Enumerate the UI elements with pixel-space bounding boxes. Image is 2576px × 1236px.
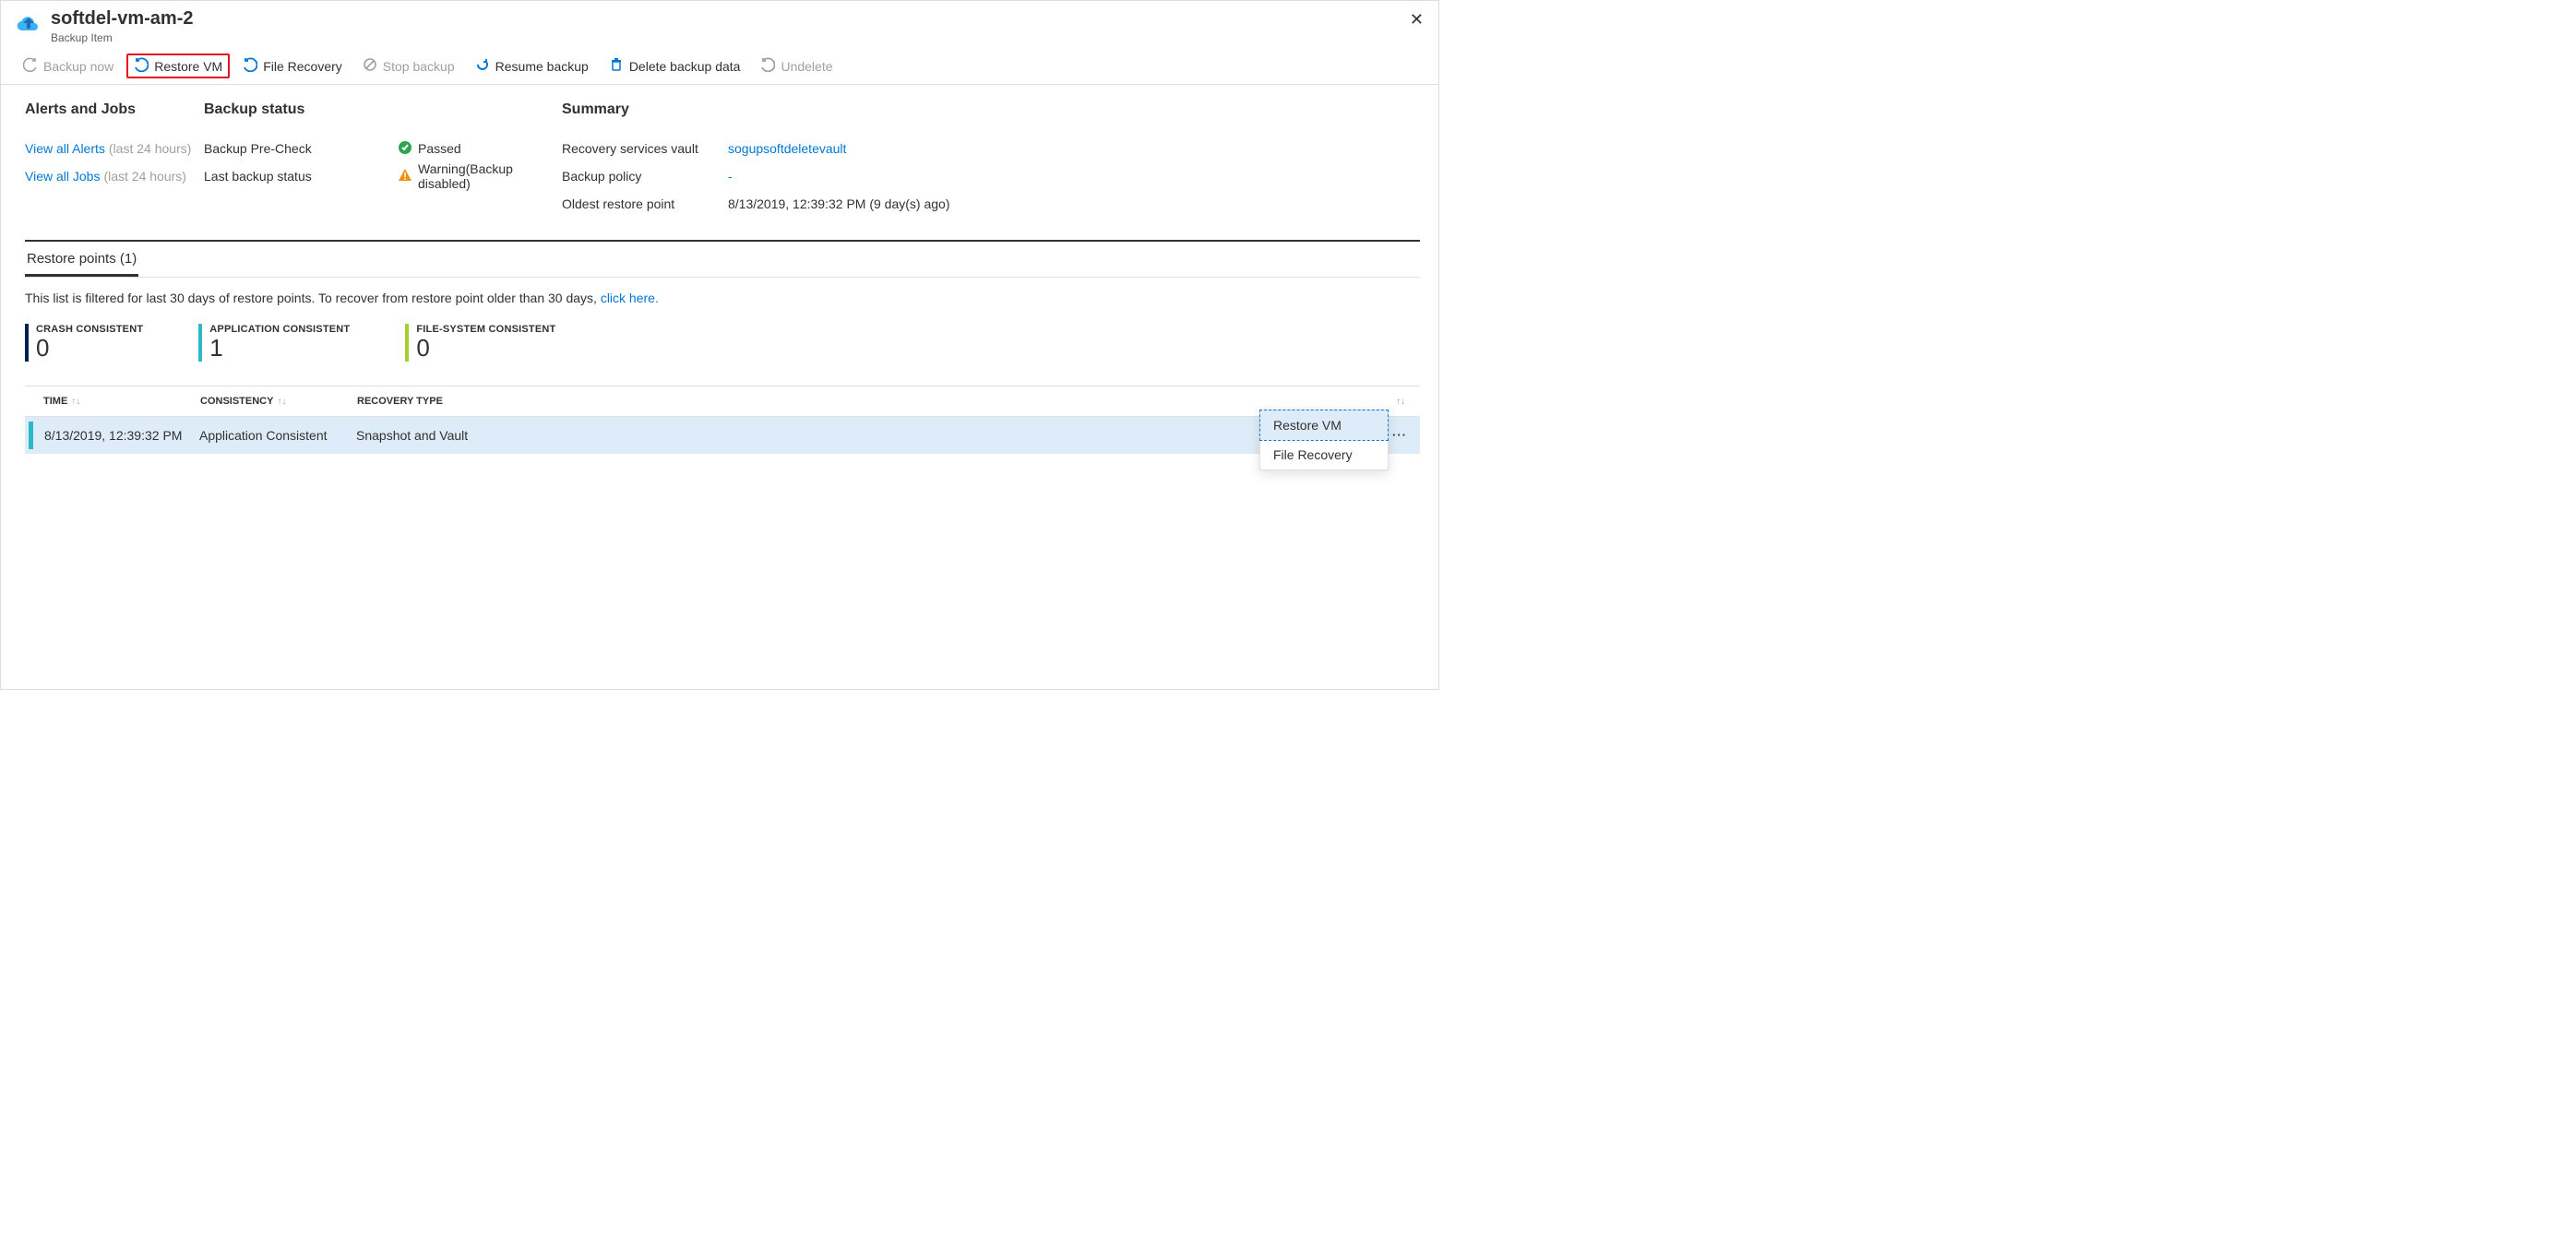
- stat-application-consistent: APPLICATION CONSISTENT 1: [198, 324, 350, 362]
- vault-link[interactable]: sogupsoftdeletevault: [728, 141, 846, 156]
- last-backup-value: Warning(Backup disabled): [418, 161, 518, 191]
- command-bar: Backup now Restore VM File Recovery Stop…: [1, 48, 1438, 85]
- col-recovery-type[interactable]: RECOVERY TYPE: [357, 396, 1392, 407]
- policy-label: Backup policy: [562, 162, 728, 190]
- oldest-label: Oldest restore point: [562, 190, 728, 218]
- status-heading: Backup status: [204, 101, 398, 118]
- restore-icon: [134, 57, 149, 75]
- success-icon: [398, 140, 412, 158]
- vault-label: Recovery services vault: [562, 135, 728, 162]
- precheck-value: Passed: [418, 141, 461, 156]
- backup-item-icon: [16, 10, 42, 33]
- backup-now-button: Backup now: [16, 53, 121, 78]
- warning-icon: [398, 168, 412, 185]
- summary-heading: Summary: [562, 101, 1420, 118]
- page-subtitle: Backup Item: [51, 31, 193, 44]
- undelete-button: Undelete: [753, 53, 840, 78]
- restore-vm-button[interactable]: Restore VM: [126, 53, 230, 78]
- delete-backup-button[interactable]: Delete backup data: [602, 53, 748, 78]
- sort-icon: ↑↓: [1396, 397, 1405, 407]
- precheck-label: Backup Pre-Check: [204, 135, 398, 162]
- col-time[interactable]: TIME↑↓: [43, 396, 200, 407]
- stop-backup-button: Stop backup: [355, 53, 462, 78]
- filter-note: This list is filtered for last 30 days o…: [25, 291, 1420, 305]
- stop-icon: [363, 57, 377, 75]
- oldest-value: 8/13/2019, 12:39:32 PM (9 day(s) ago): [728, 190, 1420, 218]
- close-icon[interactable]: ✕: [1410, 10, 1424, 30]
- cell-time: 8/13/2019, 12:39:32 PM: [44, 428, 199, 443]
- table-row[interactable]: 8/13/2019, 12:39:32 PM Application Consi…: [25, 417, 1420, 454]
- consistency-bar: [29, 422, 33, 449]
- undo-icon: [760, 57, 775, 75]
- restore-icon: [243, 57, 257, 75]
- view-all-jobs-link[interactable]: View all Jobs: [25, 169, 100, 184]
- stat-crash-consistent: CRASH CONSISTENT 0: [25, 324, 143, 362]
- file-recovery-button[interactable]: File Recovery: [235, 53, 350, 78]
- page-title: softdel-vm-am-2: [51, 8, 193, 30]
- blade-header: softdel-vm-am-2 Backup Item ✕: [1, 1, 1438, 48]
- last24-text: (last 24 hours): [103, 169, 185, 184]
- table-header: TIME↑↓ CONSISTENCY↑↓ RECOVERY TYPE ↑↓: [25, 386, 1420, 417]
- last24-text: (last 24 hours): [109, 141, 191, 156]
- policy-link[interactable]: -: [728, 169, 733, 184]
- tab-restore-points[interactable]: Restore points (1): [25, 242, 138, 277]
- stat-filesystem-consistent: FILE-SYSTEM CONSISTENT 0: [405, 324, 555, 362]
- trash-icon: [609, 57, 624, 75]
- row-more-icon[interactable]: ···: [1392, 428, 1407, 442]
- click-here-link[interactable]: click here.: [601, 291, 659, 305]
- last-backup-label: Last backup status: [204, 162, 398, 190]
- alerts-heading: Alerts and Jobs: [25, 101, 200, 118]
- view-all-alerts-link[interactable]: View all Alerts: [25, 141, 105, 156]
- sort-icon: ↑↓: [277, 397, 286, 407]
- menu-restore-vm[interactable]: Restore VM: [1260, 410, 1388, 440]
- menu-file-recovery[interactable]: File Recovery: [1260, 440, 1388, 469]
- refresh-icon: [475, 57, 490, 75]
- sort-icon: ↑↓: [71, 397, 80, 407]
- row-context-menu: Restore VM File Recovery: [1259, 410, 1389, 470]
- backup-now-icon: [23, 57, 38, 75]
- col-consistency[interactable]: CONSISTENCY↑↓: [200, 396, 357, 407]
- cell-consistency: Application Consistent: [199, 428, 356, 443]
- resume-backup-button[interactable]: Resume backup: [468, 53, 596, 78]
